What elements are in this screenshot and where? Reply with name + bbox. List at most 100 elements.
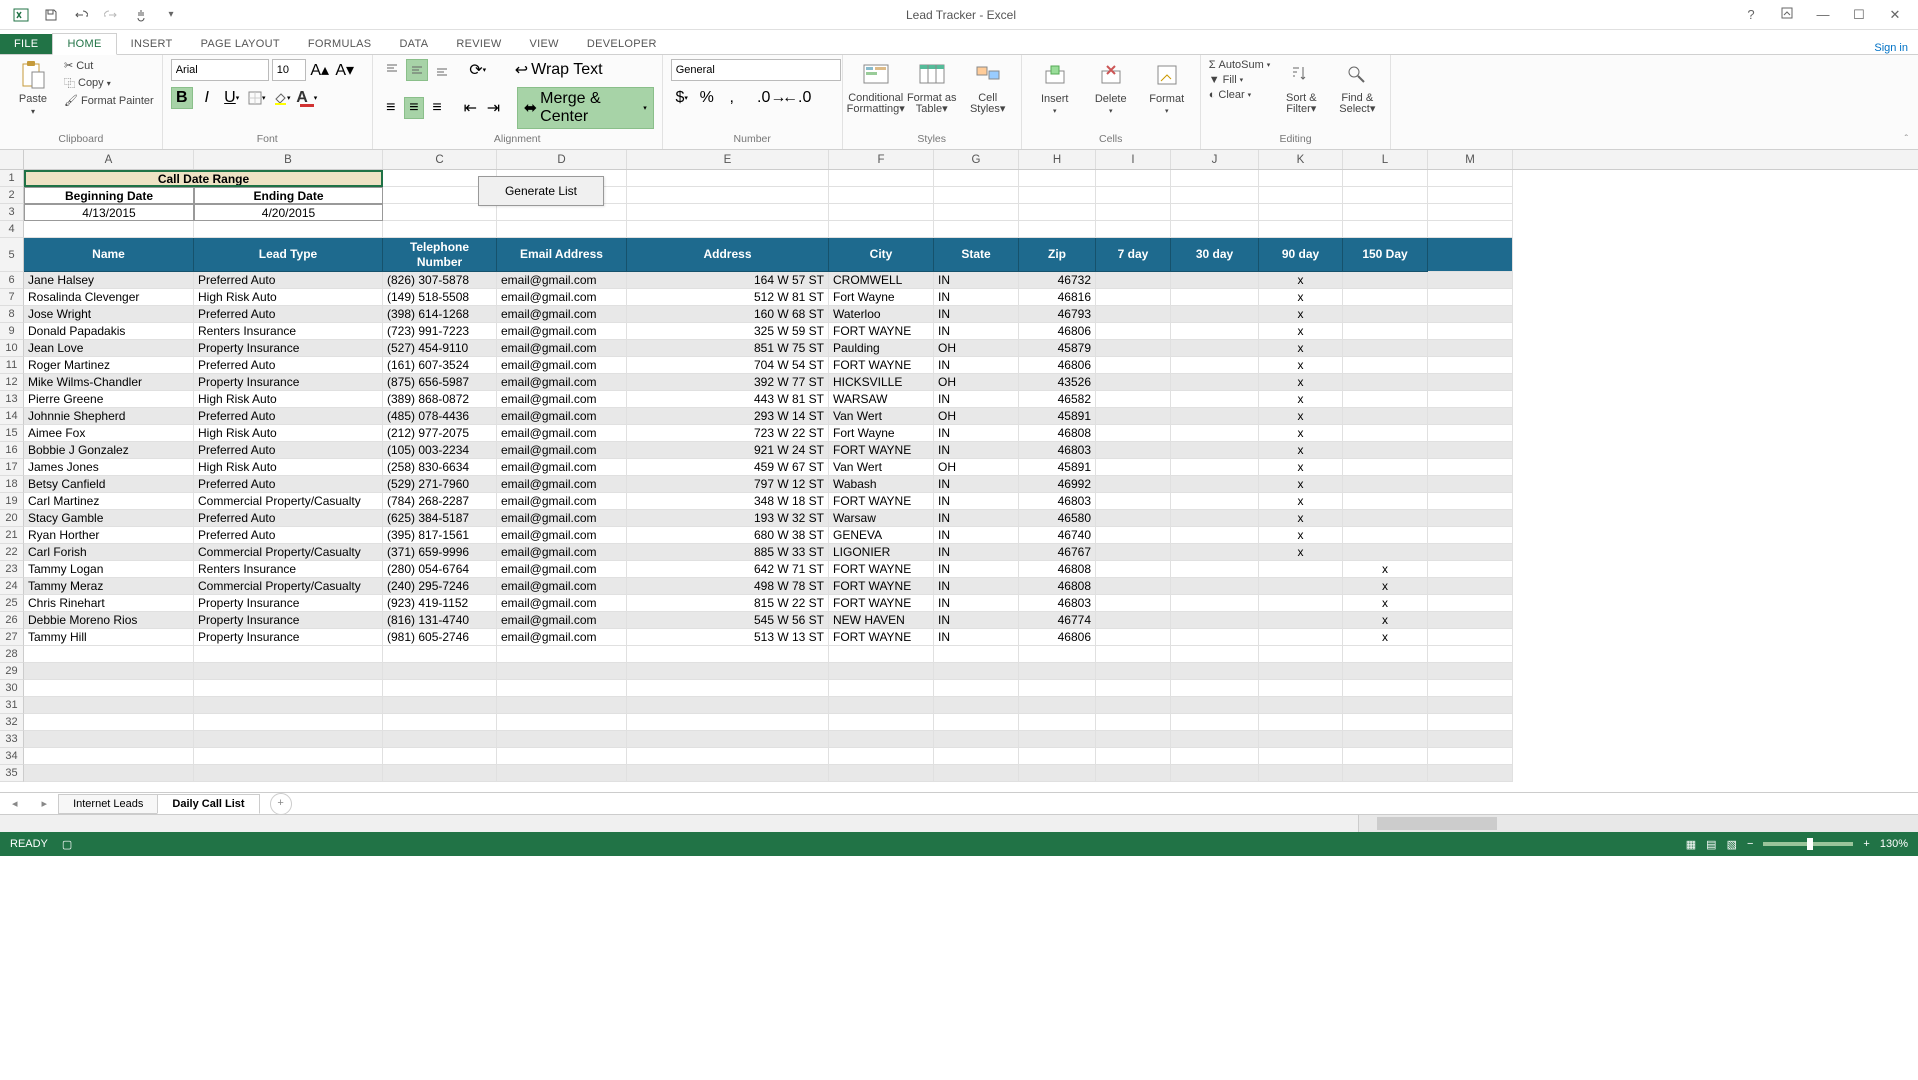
cell[interactable]: email@gmail.com [497, 561, 627, 578]
align-left-icon[interactable]: ≡ [381, 97, 401, 119]
cell[interactable] [1428, 306, 1513, 323]
cell[interactable]: FORT WAYNE [829, 493, 934, 510]
cell[interactable] [1428, 697, 1513, 714]
cell[interactable] [383, 697, 497, 714]
format-painter-button[interactable]: 🖌Format Painter [64, 94, 154, 107]
collapse-ribbon-icon[interactable]: ˆ [1905, 134, 1908, 145]
cell[interactable] [1096, 493, 1171, 510]
cell[interactable]: 43526 [1019, 374, 1096, 391]
cell[interactable] [1259, 595, 1343, 612]
cell[interactable]: IN [934, 391, 1019, 408]
cell[interactable] [497, 748, 627, 765]
cell[interactable] [627, 204, 829, 221]
cell[interactable] [1171, 442, 1259, 459]
cell[interactable]: (875) 656-5987 [383, 374, 497, 391]
cell[interactable] [1171, 765, 1259, 782]
cell[interactable]: (280) 054-6764 [383, 561, 497, 578]
font-color-button[interactable]: A▾ [296, 87, 318, 109]
cell[interactable]: Donald Papadakis [24, 323, 194, 340]
cell-styles-button[interactable]: CellStyles▾ [963, 59, 1013, 115]
cell[interactable]: Pierre Greene [24, 391, 194, 408]
cell[interactable]: 46767 [1019, 544, 1096, 561]
cell[interactable] [627, 714, 829, 731]
cell[interactable] [829, 221, 934, 238]
cell[interactable]: email@gmail.com [497, 272, 627, 289]
cell[interactable]: email@gmail.com [497, 323, 627, 340]
cell[interactable] [1428, 442, 1513, 459]
cell[interactable] [497, 663, 627, 680]
row-header[interactable]: 5 [0, 238, 24, 272]
help-icon[interactable]: ? [1736, 7, 1766, 23]
cell[interactable] [1343, 476, 1428, 493]
cell[interactable] [1096, 646, 1171, 663]
cell[interactable] [934, 697, 1019, 714]
borders-button[interactable]: ▾ [246, 87, 268, 109]
cut-button[interactable]: ✂Cut [64, 59, 154, 72]
cell[interactable]: 704 W 54 ST [627, 357, 829, 374]
cell[interactable] [24, 731, 194, 748]
cell[interactable] [1428, 204, 1513, 221]
cell[interactable] [1343, 323, 1428, 340]
cell[interactable]: OH [934, 408, 1019, 425]
cell[interactable] [1096, 425, 1171, 442]
row-header[interactable]: 12 [0, 374, 24, 391]
cell[interactable]: IN [934, 289, 1019, 306]
cell[interactable]: (816) 131-4740 [383, 612, 497, 629]
cell[interactable]: IN [934, 306, 1019, 323]
row-header[interactable]: 18 [0, 476, 24, 493]
cell[interactable]: Call Date Range [24, 170, 383, 187]
cell[interactable] [1096, 748, 1171, 765]
cell[interactable] [1428, 374, 1513, 391]
cell[interactable]: Renters Insurance [194, 323, 383, 340]
cell[interactable]: High Risk Auto [194, 289, 383, 306]
cell[interactable] [1343, 306, 1428, 323]
cell[interactable]: email@gmail.com [497, 459, 627, 476]
cell[interactable] [1428, 425, 1513, 442]
cell[interactable] [1343, 340, 1428, 357]
cell[interactable]: email@gmail.com [497, 408, 627, 425]
cell[interactable]: (240) 295-7246 [383, 578, 497, 595]
cell[interactable]: Tammy Meraz [24, 578, 194, 595]
cell[interactable] [1171, 493, 1259, 510]
ribbon-tab-review[interactable]: REVIEW [442, 34, 515, 54]
cell[interactable] [1171, 306, 1259, 323]
cell[interactable] [24, 646, 194, 663]
cell[interactable]: 46806 [1019, 323, 1096, 340]
cell[interactable]: WARSAW [829, 391, 934, 408]
cell[interactable]: x [1259, 459, 1343, 476]
cell[interactable]: email@gmail.com [497, 357, 627, 374]
clear-button[interactable]: ◐Clear▾ [1209, 89, 1271, 101]
col-header-E[interactable]: E [627, 150, 829, 169]
cell[interactable] [194, 646, 383, 663]
sign-in-link[interactable]: Sign in [1874, 42, 1918, 54]
cell[interactable] [627, 187, 829, 204]
cell[interactable]: 164 W 57 ST [627, 272, 829, 289]
cell[interactable] [1259, 765, 1343, 782]
cell[interactable] [1428, 578, 1513, 595]
cell[interactable] [1171, 748, 1259, 765]
cell[interactable]: Van Wert [829, 459, 934, 476]
cell[interactable]: x [1343, 612, 1428, 629]
cell[interactable]: Property Insurance [194, 629, 383, 646]
cell[interactable]: (105) 003-2234 [383, 442, 497, 459]
cell[interactable] [1259, 714, 1343, 731]
cell[interactable]: 46582 [1019, 391, 1096, 408]
cell[interactable]: Jean Love [24, 340, 194, 357]
cell[interactable] [1428, 765, 1513, 782]
cell[interactable] [829, 204, 934, 221]
row-header[interactable]: 30 [0, 680, 24, 697]
cell[interactable] [1019, 646, 1096, 663]
cell[interactable]: 46806 [1019, 357, 1096, 374]
cell[interactable]: 325 W 59 ST [627, 323, 829, 340]
cell[interactable]: IN [934, 527, 1019, 544]
col-header-D[interactable]: D [497, 150, 627, 169]
increase-font-icon[interactable]: A▴ [309, 59, 331, 81]
cell[interactable]: IN [934, 357, 1019, 374]
row-header[interactable]: 3 [0, 204, 24, 221]
row-header[interactable]: 20 [0, 510, 24, 527]
cell[interactable] [1428, 646, 1513, 663]
row-header[interactable]: 2 [0, 187, 24, 204]
cell[interactable] [1343, 408, 1428, 425]
cell[interactable]: email@gmail.com [497, 340, 627, 357]
cell[interactable]: FORT WAYNE [829, 357, 934, 374]
